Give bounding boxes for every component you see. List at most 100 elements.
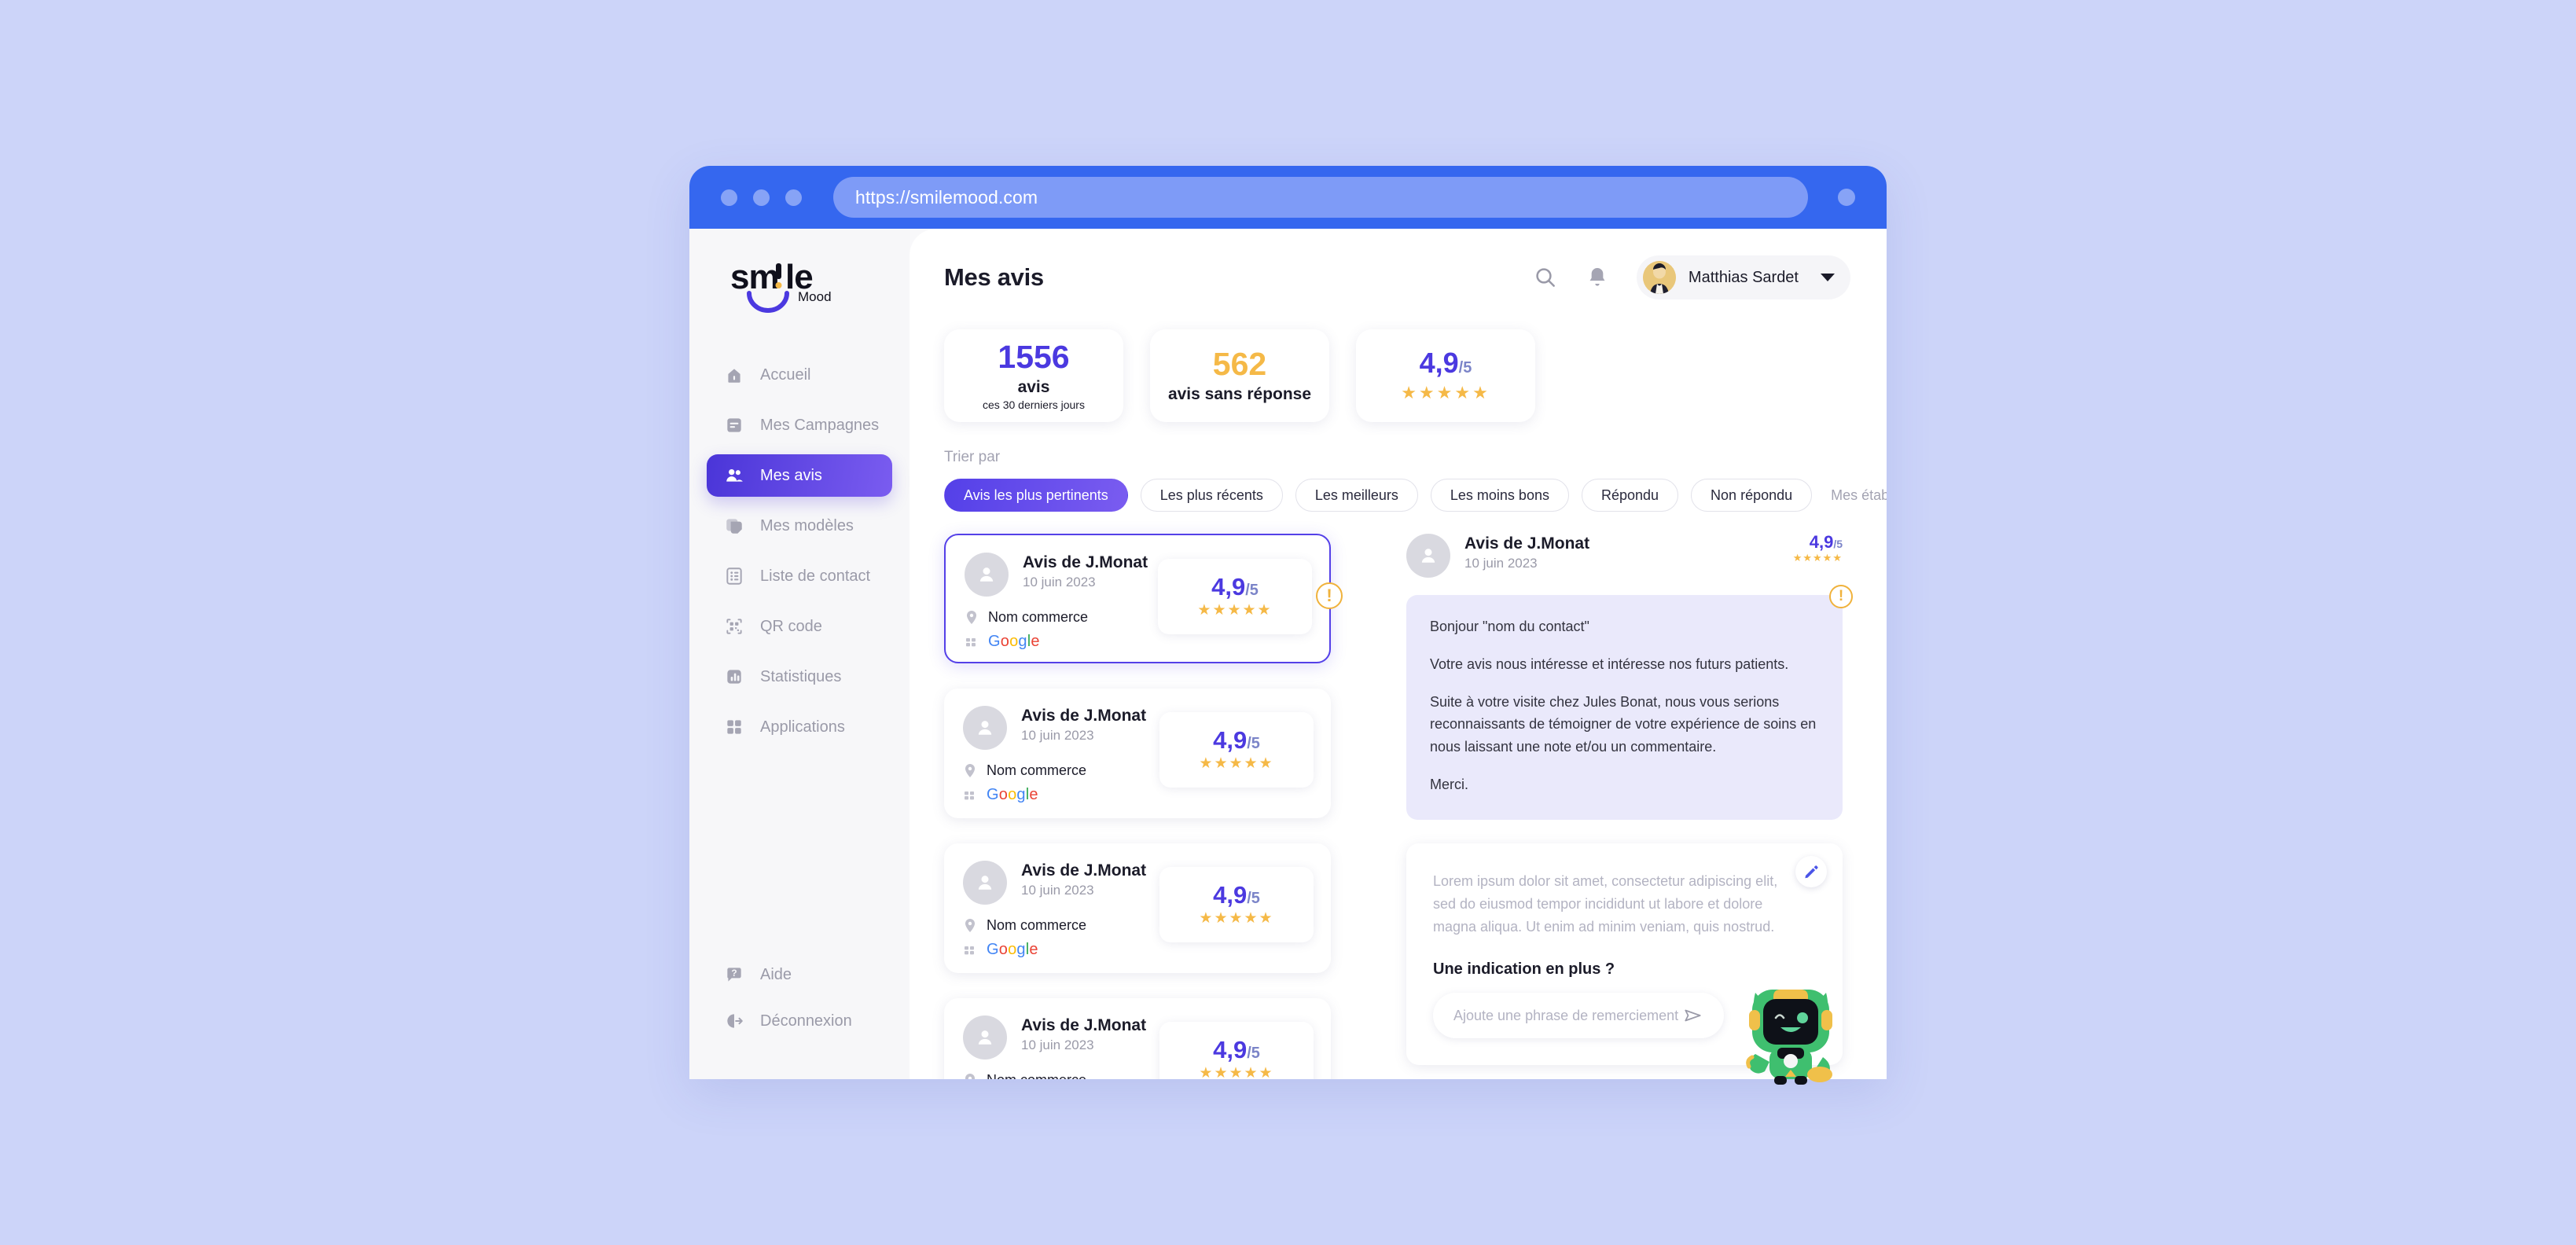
filter-chip-les-moins-bons[interactable]: Les moins bons <box>1430 479 1569 512</box>
review-score-box: 4,9/5 ★★★★★ <box>1158 559 1312 634</box>
review-date: 10 juin 2023 <box>1021 883 1094 898</box>
filter-chip-plus-pertinents[interactable]: Avis les plus pertinents <box>944 479 1128 512</box>
sidebar-item-aide[interactable]: ? Aide <box>707 953 892 996</box>
review-score-box: 4,9/5 ★★★★★ <box>1159 712 1314 788</box>
review-score: 4,9/5 <box>1213 1038 1260 1062</box>
detail-identity: Avis de J.Monat 10 juin 2023 <box>1464 534 1589 571</box>
review-score: 4,9/5 <box>1213 728 1260 752</box>
sidebar-item-applications[interactable]: Applications <box>707 706 892 748</box>
window-dot-3[interactable] <box>785 189 802 206</box>
stats-row: 1556 avis ces 30 derniers jours 562 avis… <box>944 329 1850 422</box>
sidebar-item-mes-modeles[interactable]: Mes modèles <box>707 505 892 547</box>
person-icon <box>978 721 992 735</box>
svg-text:Mood: Mood <box>798 289 832 304</box>
filter-chip-plus-recents[interactable]: Les plus récents <box>1140 479 1283 512</box>
thanks-input[interactable]: Ajoute une phrase de remerciement <box>1433 993 1724 1039</box>
rating-number: 4,9 <box>1419 346 1459 379</box>
edit-button[interactable] <box>1795 855 1827 887</box>
search-icon[interactable] <box>1533 265 1558 290</box>
avatar <box>963 861 1007 905</box>
dropdown-mes-etablissements[interactable]: Mes établissements <box>1825 487 1887 504</box>
home-icon <box>728 369 740 383</box>
review-place: Nom commerce <box>987 917 1087 933</box>
url-bar[interactable]: https://smilemood.com <box>833 177 1808 218</box>
review-score: 4,9/5 <box>1211 575 1259 599</box>
warning-badge[interactable]: ! <box>1316 582 1343 609</box>
contact-list-icon <box>726 567 742 585</box>
review-platform-row: Google <box>963 941 1312 959</box>
window-dot-1[interactable] <box>721 189 737 206</box>
apps-grid-icon <box>965 946 974 954</box>
browser-chrome-bar: https://smilemood.com <box>689 166 1887 229</box>
svg-text:?: ? <box>731 968 737 979</box>
avatar <box>965 553 1009 597</box>
rating-number: 4,9 <box>1213 725 1248 754</box>
sidebar-item-qr-code[interactable]: QR code <box>707 605 892 648</box>
warning-badge[interactable]: ! <box>1829 585 1853 608</box>
sidebar-item-statistiques[interactable]: Statistiques <box>707 656 892 698</box>
sidebar-item-accueil[interactable]: Accueil <box>707 354 892 396</box>
filter-chip-non-repondu[interactable]: Non répondu <box>1691 479 1813 512</box>
detail-score: 4,9/5 ★★★★★ <box>1793 534 1843 564</box>
rating-number: 4,9 <box>1211 572 1246 600</box>
topbar-actions: Matthias Sardet <box>1533 255 1850 299</box>
person-icon <box>979 567 994 582</box>
avatar <box>1406 534 1450 578</box>
chevron-down-icon[interactable] <box>1821 274 1835 281</box>
url-text: https://smilemood.com <box>855 186 1038 208</box>
browser-menu-dot[interactable] <box>1838 189 1855 206</box>
sidebar-item-label: Mes Campagnes <box>760 416 880 434</box>
review-date: 10 juin 2023 <box>1464 556 1538 571</box>
pencil-icon <box>1805 865 1818 878</box>
composer-draft-text[interactable]: Lorem ipsum dolor sit amet, consectetur … <box>1433 870 1787 938</box>
sidebar-item-deconnexion[interactable]: Déconnexion <box>707 1000 892 1042</box>
review-date: 10 juin 2023 <box>1023 575 1096 590</box>
review-card[interactable]: Avis de J.Monat 10 juin 2023 Nom commerc <box>944 843 1331 973</box>
main-content: Mes avis Matthias Sardet 1556 avis ces 3… <box>910 229 1887 1079</box>
logout-icon <box>727 1014 743 1028</box>
smile-mood-logo-icon: sm le Mood <box>730 258 832 313</box>
robot-mascot[interactable] <box>1732 979 1850 1085</box>
sidebar-item-mes-campagnes[interactable]: Mes Campagnes <box>707 404 892 446</box>
review-card-identity: Avis de J.Monat 10 juin 2023 <box>1023 553 1148 590</box>
review-card[interactable]: Avis de J.Monat 10 juin 2023 Nom commerc <box>944 689 1331 818</box>
review-author: Avis de J.Monat <box>1021 707 1147 725</box>
apps-grid-icon <box>965 791 974 799</box>
sidebar: sm le Mood Accueil Mes Campagnes Mes avi… <box>689 229 910 1079</box>
review-author: Avis de J.Monat <box>1023 553 1148 571</box>
review-card[interactable]: Avis de J.Monat 10 juin 2023 Nom commerc <box>944 998 1331 1079</box>
templates-icon <box>726 519 742 534</box>
review-place: Nom commerce <box>988 609 1089 625</box>
window-dot-2[interactable] <box>753 189 770 206</box>
rating-denominator: /5 <box>1247 734 1260 752</box>
rating-number: 4,9 <box>1809 532 1834 552</box>
message-line-3: Suite à votre visite chez Jules Bonat, n… <box>1430 693 1817 755</box>
bell-icon[interactable] <box>1585 265 1610 290</box>
person-icon <box>978 1030 992 1045</box>
sidebar-item-label: Liste de contact <box>760 567 871 585</box>
campaign-icon <box>727 418 741 432</box>
avatar <box>963 706 1007 750</box>
sidebar-item-mes-avis[interactable]: Mes avis <box>707 454 892 497</box>
stat-value: 562 <box>1212 345 1267 382</box>
user-name: Matthias Sardet <box>1688 268 1799 286</box>
rating-denominator: /5 <box>1247 1044 1260 1062</box>
platform-google-logo: Google <box>987 786 1038 803</box>
filter-chip-les-meilleurs[interactable]: Les meilleurs <box>1295 479 1418 512</box>
review-author: Avis de J.Monat <box>1021 1016 1147 1034</box>
send-icon[interactable] <box>1683 1005 1703 1026</box>
review-place: Nom commerce <box>987 762 1087 778</box>
user-menu[interactable]: Matthias Sardet <box>1636 255 1850 299</box>
rating-stars: ★★★★★ <box>1197 601 1273 619</box>
svg-text:sm: sm <box>730 258 779 296</box>
filter-chip-repondu[interactable]: Répondu <box>1581 479 1679 512</box>
brand-logo[interactable]: sm le Mood <box>689 251 910 332</box>
review-score-box: 4,9/5 ★★★★★ <box>1159 867 1314 942</box>
rating-denominator: /5 <box>1833 538 1843 550</box>
qr-code-icon <box>726 619 742 634</box>
review-card[interactable]: Avis de J.Monat 10 juin 2023 Nom commerc <box>944 534 1343 663</box>
bar-chart-icon <box>727 670 741 684</box>
help-bubble-icon: ? <box>727 968 741 982</box>
sidebar-item-label: Mes avis <box>760 466 822 484</box>
sidebar-item-liste-de-contact[interactable]: Liste de contact <box>707 555 892 597</box>
